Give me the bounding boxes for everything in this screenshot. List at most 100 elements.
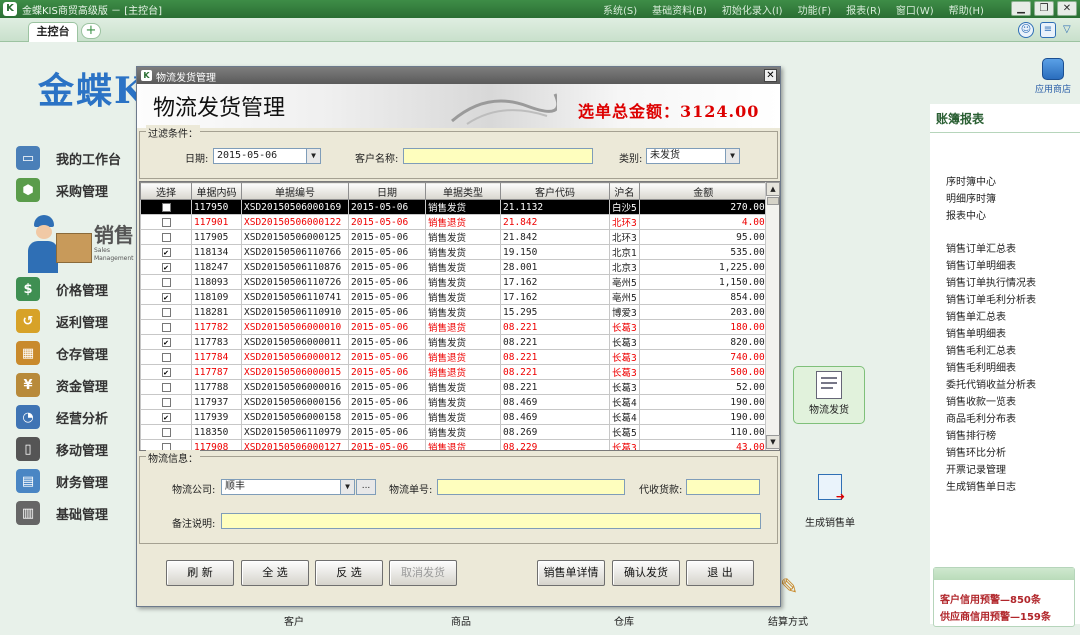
table-row[interactable]: ✔ 117787 XSD20150506000015 2015-05-06 销售退货 08… <box>140 364 768 380</box>
row-select-cell[interactable]: ✔ <box>140 409 192 425</box>
report-link[interactable]: 报表中心 <box>946 207 986 222</box>
checkbox-unchecked[interactable] <box>161 427 171 437</box>
report-link[interactable]: 商品毛利分布表 <box>946 410 1016 425</box>
row-select-cell[interactable]: ✔ <box>140 364 192 380</box>
row-select-cell[interactable] <box>140 424 192 440</box>
table-row[interactable]: 117782 XSD20150506000010 2015-05-06 销售退货 08.… <box>140 319 768 335</box>
row-select-cell[interactable] <box>140 394 192 410</box>
nav-funds[interactable]: ¥ 资金管理 <box>16 369 140 401</box>
invert-selection-button[interactable]: 反 选 <box>315 560 383 586</box>
table-row[interactable]: ✔ 117939 XSD20150506000158 2015-05-06 销售发货 08… <box>140 409 768 425</box>
checkbox-checked[interactable]: ✔ <box>161 292 171 302</box>
row-select-cell[interactable]: ✔ <box>140 244 192 260</box>
grid-scrollbar[interactable]: ▲ ▼ <box>765 182 780 450</box>
calendar-dropdown-icon[interactable]: ▼ <box>306 149 320 163</box>
report-link[interactable]: 委托代销收益分析表 <box>946 376 1036 391</box>
col-header-customer-code[interactable]: 客户代码 <box>500 182 610 200</box>
row-select-cell[interactable] <box>140 319 192 335</box>
row-select-cell[interactable] <box>140 199 192 215</box>
nav-mobile[interactable]: ▯ 移动管理 <box>16 433 140 465</box>
add-tab-icon[interactable]: + <box>81 23 101 39</box>
row-select-cell[interactable] <box>140 274 192 290</box>
customer-credit-warning[interactable]: 客户信用预警—850条 <box>940 591 1041 606</box>
col-header-amount[interactable]: 金额 <box>638 182 768 200</box>
exit-button[interactable]: 退 出 <box>686 560 754 586</box>
remark-input[interactable] <box>221 513 761 529</box>
chevron-down-icon[interactable]: ▼ <box>340 480 354 494</box>
row-select-cell[interactable] <box>140 379 192 395</box>
table-row[interactable]: ✔ 118109 XSD20150506110741 2015-05-06 销售发货 17… <box>140 289 768 305</box>
nav-basic[interactable]: ▥ 基础管理 <box>16 497 140 529</box>
nav-price[interactable]: $ 价格管理 <box>16 273 140 305</box>
report-link[interactable]: 销售毛利明细表 <box>946 359 1016 374</box>
customer-name-input[interactable] <box>403 148 593 164</box>
table-row[interactable]: 117937 XSD20150506000156 2015-05-06 销售发货 08.… <box>140 394 768 410</box>
nav-analysis[interactable]: ◔ 经营分析 <box>16 401 140 433</box>
scroll-thumb[interactable] <box>767 197 779 205</box>
report-link[interactable]: 销售订单执行情况表 <box>946 274 1036 289</box>
report-link[interactable]: 销售毛利汇总表 <box>946 342 1016 357</box>
bottom-goods[interactable]: 商品 <box>451 613 471 628</box>
checkbox-unchecked[interactable] <box>161 307 171 317</box>
checkbox-unchecked[interactable] <box>161 382 171 392</box>
col-header-doc-type[interactable]: 单据类型 <box>425 182 501 200</box>
logistics-company-select[interactable]: 顺丰 ▼ <box>221 479 355 495</box>
menu-help[interactable]: 帮助(H) <box>949 2 984 17</box>
scroll-up-icon[interactable]: ▲ <box>766 182 780 196</box>
col-header-customer-name[interactable]: 沪名 <box>609 182 640 200</box>
dialog-close-icon[interactable]: ✕ <box>764 69 777 82</box>
report-link[interactable]: 销售单明细表 <box>946 325 1006 340</box>
bottom-settlement[interactable]: 结算方式 <box>768 613 808 628</box>
bottom-warehouse[interactable]: 仓库 <box>614 613 634 628</box>
row-select-cell[interactable] <box>140 229 192 245</box>
table-row[interactable]: 117784 XSD20150506000012 2015-05-06 销售退货 08.… <box>140 349 768 365</box>
chevron-down-icon[interactable]: ▽ <box>1063 24 1071 35</box>
nav-finance[interactable]: ▤ 财务管理 <box>16 465 140 497</box>
report-link[interactable]: 销售单汇总表 <box>946 308 1006 323</box>
report-link[interactable]: 明细序时簿 <box>946 190 996 205</box>
cod-amount-input[interactable] <box>686 479 760 495</box>
table-row[interactable]: 117901 XSD20150506000122 2015-05-06 销售退货 21.… <box>140 214 768 230</box>
col-header-internal-id[interactable]: 单据内码 <box>191 182 242 200</box>
table-row[interactable]: 118350 XSD20150506110979 2015-05-06 销售发货 08.… <box>140 424 768 440</box>
checkbox-unchecked[interactable] <box>161 217 171 227</box>
scroll-down-icon[interactable]: ▼ <box>766 435 780 449</box>
restore-icon[interactable]: ❐ <box>1034 1 1054 16</box>
nav-warehouse[interactable]: ▦ 仓存管理 <box>16 337 140 369</box>
checkbox-checked[interactable]: ✔ <box>161 367 171 377</box>
checkbox-unchecked[interactable] <box>161 232 171 242</box>
table-row[interactable]: ✔ 118134 XSD20150506110766 2015-05-06 销售发货 19… <box>140 244 768 260</box>
table-row[interactable]: 117908 XSD20150506000127 2015-05-06 销售退货 08.… <box>140 439 768 450</box>
table-row[interactable]: 117950 XSD20150506000169 2015-05-06 销售发货 21.… <box>140 199 768 215</box>
tracking-number-input[interactable] <box>437 479 625 495</box>
row-select-cell[interactable]: ✔ <box>140 334 192 350</box>
col-header-date[interactable]: 日期 <box>348 182 426 200</box>
bottom-customer[interactable]: 客户 <box>284 613 304 628</box>
report-link[interactable]: 销售排行榜 <box>946 427 996 442</box>
app-store-button[interactable]: 应用商店 <box>1030 58 1076 95</box>
nav-rebate[interactable]: ↺ 返利管理 <box>16 305 140 337</box>
company-lookup-button[interactable]: ... <box>356 479 376 495</box>
checkbox-checked[interactable]: ✔ <box>161 412 171 422</box>
row-select-cell[interactable] <box>140 304 192 320</box>
supplier-credit-warning[interactable]: 供应商信用预警—159条 <box>940 608 1051 623</box>
table-row[interactable]: 118093 XSD20150506110726 2015-05-06 销售发货 17.… <box>140 274 768 290</box>
report-link[interactable]: 销售订单毛利分析表 <box>946 291 1036 306</box>
menu-system[interactable]: 系统(S) <box>603 2 637 17</box>
menu-init-entry[interactable]: 初始化录入(I) <box>722 2 783 17</box>
col-header-doc-no[interactable]: 单据编号 <box>241 182 349 200</box>
minimize-icon[interactable]: ▁ <box>1011 1 1031 16</box>
logistics-shipping-tile[interactable]: 物流发货 <box>793 366 865 424</box>
cancel-shipping-button[interactable]: 取消发货 <box>389 560 457 586</box>
select-all-button[interactable]: 全 选 <box>241 560 309 586</box>
row-select-cell[interactable]: ✔ <box>140 259 192 275</box>
checkbox-unchecked[interactable] <box>161 352 171 362</box>
report-link[interactable]: 销售订单汇总表 <box>946 240 1016 255</box>
smiley-icon[interactable]: ☺ <box>1018 22 1034 38</box>
checkbox-unchecked[interactable] <box>161 277 171 287</box>
type-select[interactable]: 未发货 ▼ <box>646 148 740 164</box>
checkbox-checked[interactable]: ✔ <box>161 337 171 347</box>
table-row[interactable]: 118281 XSD20150506110910 2015-05-06 销售发货 15.… <box>140 304 768 320</box>
checkbox-unchecked[interactable] <box>161 397 171 407</box>
menu-basic-data[interactable]: 基础资料(B) <box>652 2 707 17</box>
